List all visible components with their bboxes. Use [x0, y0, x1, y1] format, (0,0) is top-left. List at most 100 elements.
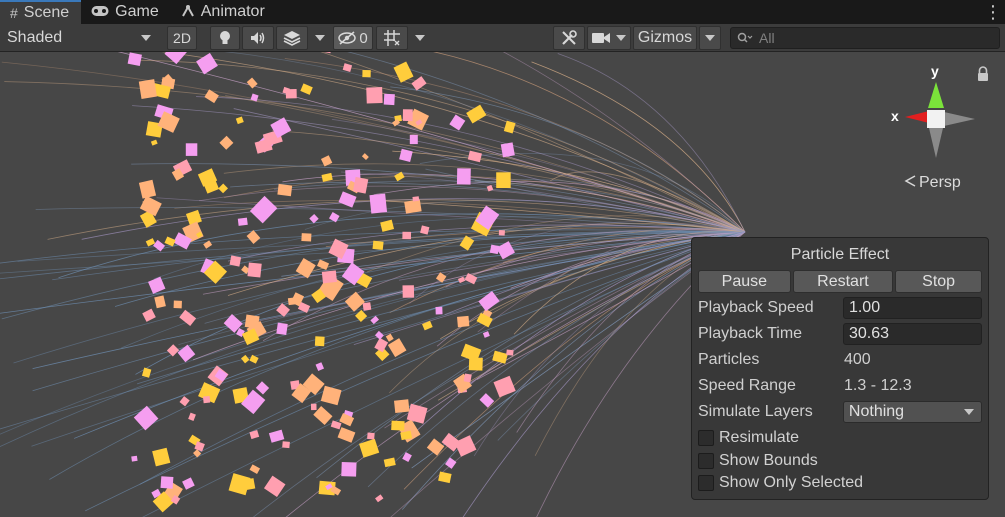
particle-quad [355, 309, 368, 322]
particle-quad [154, 295, 166, 309]
search-input[interactable] [759, 30, 979, 46]
gizmo-y-axis-cone[interactable] [928, 82, 944, 108]
particle-trail [0, 229, 746, 264]
lighting-toggle-button[interactable] [210, 26, 240, 50]
grid-toggle-button[interactable] [376, 26, 408, 50]
particle-quad [435, 306, 443, 315]
scene-visibility-button[interactable]: 0 [333, 26, 373, 50]
speaker-icon [251, 32, 265, 44]
particle-quad [138, 179, 157, 199]
scene-search[interactable] [730, 27, 1000, 49]
tab-animator-label: Animator [200, 3, 265, 20]
particle-quad [218, 183, 229, 194]
particle-quad [249, 464, 261, 474]
resimulate-row: Resimulate [698, 427, 982, 450]
particle-quad [385, 333, 394, 342]
particle-quad [263, 475, 286, 498]
particle-quad [456, 168, 471, 185]
particle-quad [352, 176, 369, 194]
tab-scene[interactable]: # Scene [0, 0, 82, 24]
shading-mode-dropdown[interactable]: Shaded [0, 26, 158, 50]
animator-icon [181, 4, 195, 21]
particle-quad [321, 172, 333, 182]
particle-quad [188, 412, 196, 421]
particle-quad [235, 116, 244, 125]
hash-icon: # [10, 5, 18, 21]
gizmo-x-axis-cone[interactable] [905, 111, 929, 123]
resimulate-label: Resimulate [719, 429, 800, 447]
resimulate-checkbox[interactable] [698, 430, 714, 447]
particle-quad [438, 471, 452, 484]
particle-quad [375, 494, 384, 503]
show-bounds-checkbox[interactable] [698, 452, 714, 469]
gizmos-toggle-button[interactable]: Gizmos [633, 26, 697, 50]
particle-quad [152, 447, 171, 467]
particle-quad [341, 461, 357, 477]
particle-quad [500, 142, 515, 158]
tab-bar: # Scene Game Animator ⋮ [0, 0, 1005, 24]
particles-row: Particles 400 [698, 347, 982, 373]
tab-game[interactable]: Game [81, 0, 171, 24]
toggle-2d-button[interactable]: 2D [167, 26, 197, 50]
particles-label: Particles [698, 351, 760, 368]
camera-settings-button[interactable] [587, 26, 631, 50]
projection-label: Persp [919, 174, 961, 191]
particle-quad [127, 52, 142, 66]
tab-animator[interactable]: Animator [171, 0, 277, 24]
gizmo-neg-x-axis-cone[interactable] [944, 112, 975, 126]
lock-icon[interactable] [976, 66, 990, 82]
particle-quad [133, 405, 159, 431]
tools-button[interactable] [553, 26, 585, 50]
pause-button[interactable]: Pause [698, 270, 791, 293]
stop-button[interactable]: Stop [895, 270, 982, 293]
gizmo-x-label: x [891, 108, 899, 124]
panel-title: Particle Effect [790, 246, 890, 263]
gizmo-neg-y-axis-cone[interactable] [929, 128, 943, 158]
show-only-selected-checkbox[interactable] [698, 475, 714, 492]
chevron-down-icon [141, 35, 151, 41]
gizmo-center-cube[interactable] [927, 110, 945, 128]
show-only-selected-label: Show Only Selected [719, 474, 864, 492]
playback-speed-row: Playback Speed 1.00 [698, 295, 982, 321]
tab-game-label: Game [115, 3, 159, 20]
tools-icon [562, 30, 577, 45]
camera-icon [592, 33, 610, 43]
particle-quad [310, 403, 317, 411]
particle-quad [309, 213, 319, 224]
playback-time-label: Playback Time [698, 325, 803, 342]
particle-quad [315, 362, 325, 372]
particle-quad [426, 438, 445, 456]
playback-speed-field[interactable]: 1.00 [842, 297, 982, 319]
restart-button[interactable]: Restart [792, 270, 894, 293]
hidden-eye-icon [338, 31, 357, 45]
playback-time-field[interactable]: 30.63 [842, 323, 982, 345]
particle-quad [367, 432, 375, 440]
particle-quad [412, 196, 420, 202]
grid-dropdown-button[interactable] [410, 26, 430, 50]
particle-quad [380, 219, 395, 232]
simulate-layers-dropdown[interactable]: Nothing [842, 401, 982, 423]
particle-quad [314, 336, 325, 347]
effects-toggle-button[interactable] [276, 26, 308, 50]
gizmos-dropdown-button[interactable] [699, 26, 721, 50]
particle-trail [142, 231, 746, 517]
particle-quad [202, 395, 211, 404]
toggle-2d-label: 2D [173, 30, 191, 46]
particle-quad [285, 89, 297, 99]
particle-quad [402, 109, 413, 122]
speed-range-label: Speed Range [698, 377, 796, 394]
particle-quad [179, 396, 190, 407]
projection-toggle[interactable]: Persp [904, 174, 961, 192]
particle-quad [153, 239, 166, 252]
effects-dropdown-button[interactable] [310, 26, 330, 50]
chevron-down-icon [315, 35, 325, 41]
particle-quad [479, 393, 495, 408]
particle-quad [249, 354, 259, 364]
particle-quad [182, 477, 195, 490]
shading-mode-label: Shaded [7, 29, 63, 46]
more-options-icon[interactable]: ⋮ [981, 0, 1005, 24]
audio-toggle-button[interactable] [242, 26, 274, 50]
speed-range-value: 1.3 - 12.3 [844, 377, 912, 394]
particle-quad [362, 70, 371, 78]
particle-quad [316, 259, 330, 270]
